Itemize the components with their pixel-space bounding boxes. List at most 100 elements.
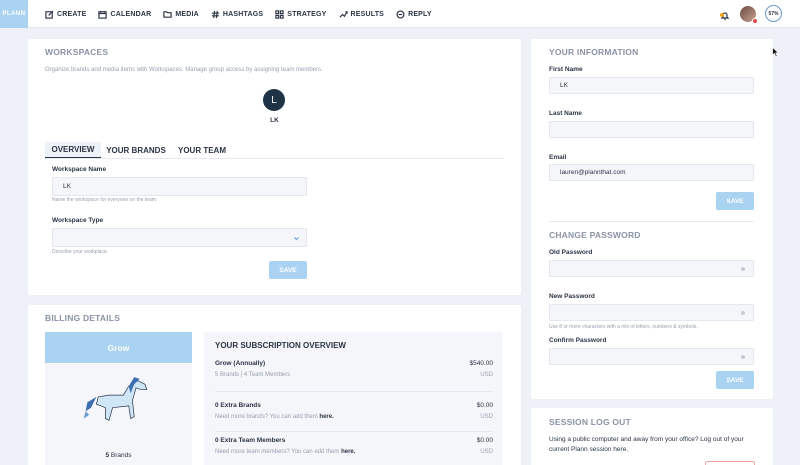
change-password-title: CHANGE PASSWORD bbox=[549, 230, 641, 240]
eye-icon[interactable] bbox=[741, 310, 745, 315]
folder-icon bbox=[163, 10, 173, 18]
plan-brands-label: Brands bbox=[110, 452, 132, 459]
workspace-name-input[interactable]: LK bbox=[52, 177, 307, 196]
tab-your-brands-label: YOUR BRANDS bbox=[106, 145, 166, 155]
chat-icon bbox=[396, 9, 405, 19]
session-logout-title: SESSION LOG OUT bbox=[549, 417, 631, 427]
subscription-overview-title: YOUR SUBSCRIPTION OVERVIEW bbox=[215, 341, 346, 350]
session-logout-text: Using a public computer and away from yo… bbox=[549, 436, 744, 453]
subscription-row-currency: USD bbox=[480, 414, 493, 420]
new-password-input[interactable] bbox=[549, 304, 754, 321]
first-name-value: LK bbox=[560, 82, 568, 89]
add-brands-text: Need more brands? You can add them bbox=[215, 414, 320, 420]
billing-card: BILLING DETAILS Grow 5 Brands YOUR SUBSC… bbox=[28, 305, 521, 465]
email-input[interactable]: lauren@plannthat.com bbox=[549, 164, 754, 181]
nav-calendar-label: CALENDAR bbox=[110, 10, 152, 18]
workspace-name-value: LK bbox=[63, 183, 71, 190]
old-password-label: Old Password bbox=[549, 249, 593, 256]
session-logout-card: SESSION LOG OUT Using a public computer … bbox=[531, 408, 773, 465]
last-name-input[interactable] bbox=[549, 121, 754, 138]
password-save-button[interactable]: SAVE bbox=[716, 371, 754, 389]
workspace-avatar[interactable]: L bbox=[263, 89, 285, 111]
setup-progress[interactable]: 57% bbox=[765, 5, 782, 22]
nav-media[interactable]: MEDIA bbox=[163, 10, 199, 19]
your-information-card: YOUR INFORMATION First Name LK Last Name… bbox=[531, 39, 773, 399]
plan-header: Grow bbox=[45, 332, 192, 363]
last-name-label: Last Name bbox=[549, 110, 582, 117]
calendar-icon bbox=[98, 10, 108, 19]
confirm-password-label: Confirm Password bbox=[549, 337, 607, 344]
plann-logo[interactable]: PLANN bbox=[0, 0, 28, 28]
top-navigation-bar: PLANN CREATE CALENDAR MEDIA HASHTAGS STR… bbox=[0, 0, 800, 28]
workspace-type-select[interactable] bbox=[52, 228, 307, 247]
eye-icon[interactable] bbox=[741, 354, 745, 359]
workspace-avatar-name: LK bbox=[270, 117, 279, 124]
workspace-name-label: Workspace Name bbox=[52, 166, 107, 173]
plan-card: Grow 5 Brands bbox=[45, 332, 192, 465]
billing-title: BILLING DETAILS bbox=[45, 313, 121, 323]
avatar-badge bbox=[752, 17, 758, 24]
eye-icon[interactable] bbox=[741, 266, 745, 271]
add-team-text: Need more team members? You can add them bbox=[215, 449, 342, 455]
subscription-row-currency: USD bbox=[480, 449, 493, 455]
subscription-row-title: 0 Extra Team Members bbox=[215, 437, 286, 444]
plan-brands: 5 Brands bbox=[45, 452, 192, 459]
nav-media-label: MEDIA bbox=[175, 10, 199, 18]
row-divider bbox=[215, 391, 493, 392]
nav-hashtags-label: HASHTAGS bbox=[222, 10, 264, 18]
header-actions: 57% bbox=[720, 5, 782, 24]
notification-dot bbox=[720, 12, 724, 17]
subscription-row-amount: $0.00 bbox=[476, 402, 493, 409]
workspaces-card: WORKSPACES Organize brands and media ite… bbox=[28, 39, 521, 295]
notifications-button[interactable] bbox=[720, 8, 732, 20]
workspace-save-button[interactable]: SAVE bbox=[269, 261, 307, 279]
subscription-row-currency: USD bbox=[480, 372, 493, 378]
old-password-input[interactable] bbox=[549, 260, 754, 277]
tabs-divider bbox=[45, 158, 504, 159]
subscription-row: 0 Extra Brands $0.00 Need more brands? Y… bbox=[215, 402, 493, 432]
subscription-row-title: 0 Extra Brands bbox=[215, 402, 261, 409]
row-divider bbox=[215, 431, 493, 432]
nav-hashtags[interactable]: HASHTAGS bbox=[211, 10, 263, 19]
first-name-label: First Name bbox=[549, 66, 583, 73]
subscription-row-amount: $0.00 bbox=[476, 437, 493, 444]
subscription-row-sub: 5 Brands | 4 Team Members bbox=[215, 372, 291, 378]
workspaces-description: Organize brands and media items with Wor… bbox=[45, 67, 323, 73]
confirm-password-input[interactable] bbox=[549, 348, 754, 365]
tab-your-team[interactable]: YOUR TEAM bbox=[174, 142, 230, 158]
email-value: lauren@plannthat.com bbox=[560, 169, 626, 176]
workspaces-title: WORKSPACES bbox=[45, 47, 109, 57]
chevron-down-icon bbox=[294, 237, 299, 241]
nav-results-label: RESULTS bbox=[350, 10, 385, 18]
nav-calendar[interactable]: CALENDAR bbox=[98, 10, 151, 19]
nav-create-label: CREATE bbox=[57, 10, 87, 18]
info-password-divider bbox=[549, 221, 754, 222]
logout-button[interactable] bbox=[705, 461, 755, 465]
tab-overview[interactable]: OVERVIEW bbox=[45, 142, 101, 158]
your-information-title: YOUR INFORMATION bbox=[549, 47, 639, 57]
subscription-row-title: Grow (Annually) bbox=[215, 360, 266, 367]
new-password-label: New Password bbox=[549, 293, 595, 300]
workspace-avatar-letter: L bbox=[271, 94, 277, 106]
nav-create[interactable]: CREATE bbox=[45, 9, 87, 19]
nav-results[interactable]: RESULTS bbox=[338, 10, 385, 19]
email-label: Email bbox=[549, 154, 567, 161]
tab-your-brands[interactable]: YOUR BRANDS bbox=[106, 142, 166, 158]
nav-reply-label: REPLY bbox=[408, 10, 432, 18]
add-brands-link[interactable]: here. bbox=[319, 414, 333, 420]
info-save-button[interactable]: SAVE bbox=[716, 192, 754, 210]
subscription-row: Grow (Annually) $540.00 5 Brands | 4 Tea… bbox=[215, 360, 493, 400]
nav-reply[interactable]: REPLY bbox=[396, 9, 432, 19]
edit-icon bbox=[45, 9, 54, 19]
user-avatar[interactable] bbox=[740, 5, 758, 24]
new-password-help: Use 8 or more characters with a mix of l… bbox=[549, 324, 698, 330]
nav-strategy[interactable]: STRATEGY bbox=[275, 9, 326, 19]
workspace-type-help: Describe your workplace. bbox=[52, 249, 109, 255]
add-team-link[interactable]: here. bbox=[341, 449, 355, 455]
hashtag-icon bbox=[211, 10, 220, 18]
first-name-input[interactable]: LK bbox=[549, 77, 754, 94]
horse-illustration bbox=[83, 377, 148, 421]
subscription-row-sub: Need more team members? You can add them… bbox=[215, 449, 355, 455]
workspace-name-help: Name the workspace for everyone on the t… bbox=[52, 197, 158, 203]
tab-overview-label: OVERVIEW bbox=[51, 145, 95, 154]
